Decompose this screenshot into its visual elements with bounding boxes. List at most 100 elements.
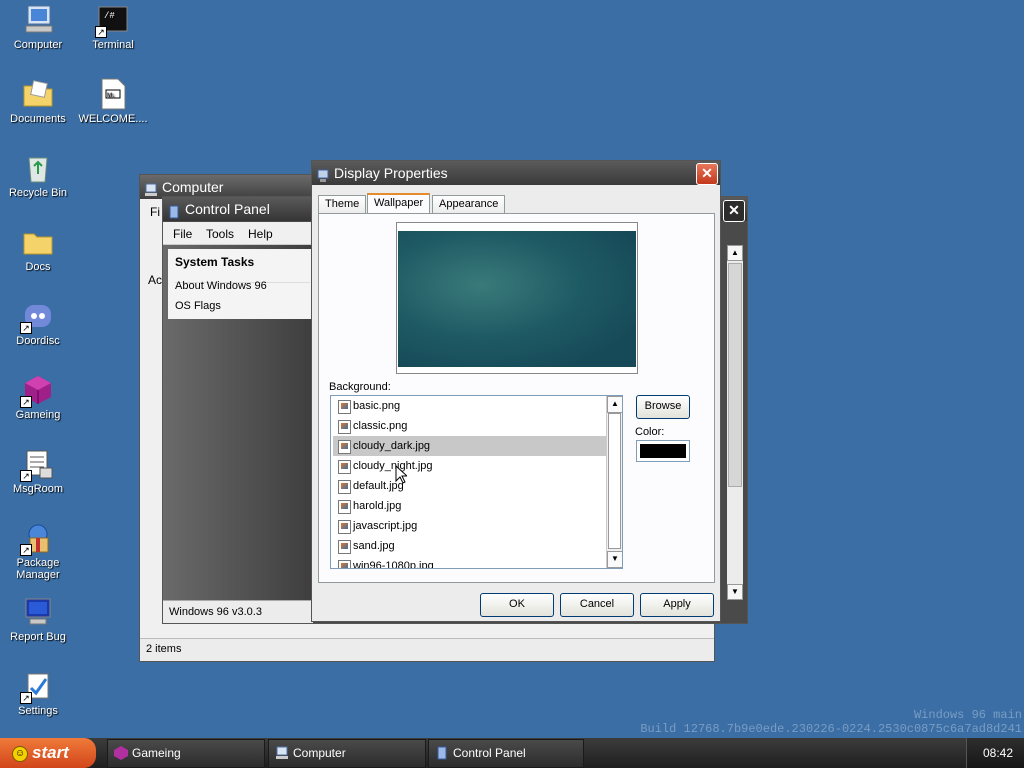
status-bar-text: 2 items bbox=[146, 643, 182, 655]
clock[interactable]: 08:42 bbox=[983, 746, 1013, 760]
msgroom-icon: ↗ bbox=[20, 448, 54, 482]
desktop-icon-label: Doordisc bbox=[16, 335, 60, 347]
desktop-icon-computer[interactable]: Computer bbox=[0, 4, 76, 51]
desktop-icon-label: Recycle Bin bbox=[8, 187, 68, 199]
desktop-icon-label: Docs bbox=[25, 261, 51, 273]
list-item[interactable]: javascript.jpg bbox=[333, 516, 606, 536]
dialog-title: Display Properties bbox=[334, 165, 448, 181]
list-item[interactable]: basic.png bbox=[333, 396, 606, 416]
desktop-icon-label: Package Manager bbox=[16, 557, 60, 581]
start-button[interactable]: ☺ start bbox=[0, 738, 96, 768]
desktop-icon-package-manager[interactable]: ↗ Package Manager bbox=[0, 522, 76, 581]
computer-icon bbox=[145, 180, 157, 196]
computer-icon bbox=[276, 746, 288, 759]
desktop-icon-report-bug[interactable]: Report Bug bbox=[0, 596, 76, 643]
image-file-icon bbox=[338, 560, 351, 568]
image-file-icon bbox=[338, 400, 351, 414]
image-file-icon bbox=[338, 420, 351, 434]
background-file-list[interactable]: basic.png classic.png cloudy_dark.jpg cl… bbox=[330, 395, 623, 569]
wallpaper-tab-panel: Background: basic.png classic.png cloudy… bbox=[318, 213, 715, 583]
package-manager-icon: ↗ bbox=[20, 522, 54, 556]
desktop-icon-label: Computer bbox=[13, 39, 63, 51]
desktop-icon-label: Documents bbox=[10, 113, 66, 125]
shortcut-arrow-icon: ↗ bbox=[20, 322, 32, 334]
control-panel-status-bar: Windows 96 v3.0.3 bbox=[163, 600, 313, 623]
apply-button[interactable]: Apply bbox=[640, 593, 714, 617]
documents-folder-icon bbox=[22, 78, 54, 110]
desktop-icon-gameing[interactable]: ↗ Gameing bbox=[0, 374, 76, 421]
scroll-down-icon[interactable]: ▼ bbox=[607, 551, 622, 568]
list-item[interactable]: harold.jpg bbox=[333, 496, 606, 516]
browse-button[interactable]: Browse bbox=[636, 395, 690, 419]
desktop-icon-label: Gameing bbox=[15, 409, 61, 421]
image-file-icon bbox=[338, 540, 351, 554]
window-title: Computer bbox=[162, 179, 224, 195]
cancel-button[interactable]: Cancel bbox=[560, 593, 634, 617]
list-item[interactable]: win96-1080p.jpg bbox=[333, 556, 606, 568]
wallpaper-preview-image bbox=[398, 231, 636, 367]
desktop-icon-settings[interactable]: ↗ Settings bbox=[0, 670, 76, 717]
address-label-partial: Ac bbox=[148, 273, 163, 287]
desktop-icon-doordisc[interactable]: ↗ Doordisc bbox=[0, 300, 76, 347]
watermark-line-2: Build 12768.7b9e0ede.230226-0224.2530c08… bbox=[640, 722, 1022, 736]
image-file-icon bbox=[338, 460, 351, 474]
close-button[interactable]: ✕ bbox=[696, 163, 718, 185]
scroll-thumb[interactable] bbox=[728, 263, 742, 487]
shortcut-arrow-icon: ↗ bbox=[95, 26, 107, 38]
desktop-icon-documents[interactable]: Documents bbox=[0, 78, 76, 125]
version-text: Windows 96 v3.0.3 bbox=[169, 606, 262, 618]
shortcut-arrow-icon: ↗ bbox=[20, 692, 32, 704]
list-item[interactable]: classic.png bbox=[333, 416, 606, 436]
desktop-icon-welcome[interactable]: M↓ WELCOME.... bbox=[75, 78, 151, 125]
system-tasks-box: System Tasks About Windows 96 OS Flags bbox=[168, 249, 313, 319]
tab-wallpaper[interactable]: Wallpaper bbox=[367, 193, 431, 214]
image-file-icon bbox=[338, 500, 351, 514]
task-pane: System Tasks About Windows 96 OS Flags bbox=[163, 245, 313, 600]
list-item[interactable]: default.jpg bbox=[333, 476, 606, 496]
mouse-cursor-icon bbox=[395, 465, 407, 484]
desktop-icon-docs[interactable]: Docs bbox=[0, 226, 76, 273]
color-picker[interactable] bbox=[636, 440, 690, 462]
scroll-up-icon[interactable]: ▲ bbox=[607, 396, 622, 413]
display-properties-titlebar[interactable]: Display Properties bbox=[312, 161, 720, 185]
desktop-icon-msgroom[interactable]: ↗ MsgRoom bbox=[0, 448, 76, 495]
taskbar-item-gameing[interactable]: Gameing bbox=[107, 739, 265, 768]
list-item-selected[interactable]: cloudy_dark.jpg bbox=[333, 436, 606, 456]
color-swatch bbox=[640, 444, 686, 458]
list-item[interactable]: cloudy_night.jpg bbox=[333, 456, 606, 476]
scroll-thumb[interactable] bbox=[608, 413, 621, 549]
desktop-icon-terminal[interactable]: /# ↗ Terminal bbox=[75, 4, 151, 51]
list-item[interactable]: sand.jpg bbox=[333, 536, 606, 556]
scroll-down-icon[interactable]: ▼ bbox=[727, 584, 743, 600]
close-button[interactable]: ✕ bbox=[723, 200, 745, 222]
menu-tools[interactable]: Tools bbox=[206, 227, 234, 241]
shortcut-arrow-icon: ↗ bbox=[20, 544, 32, 556]
menu-help[interactable]: Help bbox=[248, 227, 273, 241]
background-label: Background: bbox=[329, 381, 391, 393]
link-about-windows-96[interactable]: About Windows 96 bbox=[175, 280, 267, 292]
control-panel-icon bbox=[168, 202, 180, 219]
gameing-cube-icon: ↗ bbox=[20, 374, 54, 408]
folder-icon bbox=[22, 226, 54, 258]
tab-appearance[interactable]: Appearance bbox=[432, 195, 506, 213]
tab-theme[interactable]: Theme bbox=[318, 195, 367, 213]
doordisc-icon: ↗ bbox=[20, 300, 54, 334]
list-scrollbar[interactable]: ▲ ▼ bbox=[606, 396, 622, 568]
image-file-icon bbox=[338, 520, 351, 534]
desktop-icon-label: WELCOME.... bbox=[78, 113, 148, 125]
taskbar-item-control-panel[interactable]: Control Panel bbox=[428, 739, 584, 768]
tab-strip: Theme Wallpaper Appearance bbox=[318, 193, 713, 214]
desktop-icon-label: Report Bug bbox=[10, 631, 66, 643]
watermark-line-1: Windows 96 main bbox=[913, 708, 1022, 722]
display-properties-dialog[interactable]: Display Properties ✕ Theme Wallpaper App… bbox=[311, 160, 721, 622]
ok-button[interactable]: OK bbox=[480, 593, 554, 617]
menu-file[interactable]: File bbox=[173, 227, 192, 241]
desktop-icon-recycle-bin[interactable]: Recycle Bin bbox=[0, 152, 76, 199]
recycle-bin-icon bbox=[22, 152, 54, 184]
taskbar-item-computer[interactable]: Computer bbox=[268, 739, 426, 768]
scrollbar-vertical[interactable]: ▲ ▼ bbox=[727, 245, 743, 600]
menu-item-file-partial[interactable]: Fi bbox=[150, 205, 160, 219]
link-os-flags[interactable]: OS Flags bbox=[175, 300, 221, 312]
scroll-up-icon[interactable]: ▲ bbox=[727, 245, 743, 261]
start-label: start bbox=[32, 743, 69, 762]
